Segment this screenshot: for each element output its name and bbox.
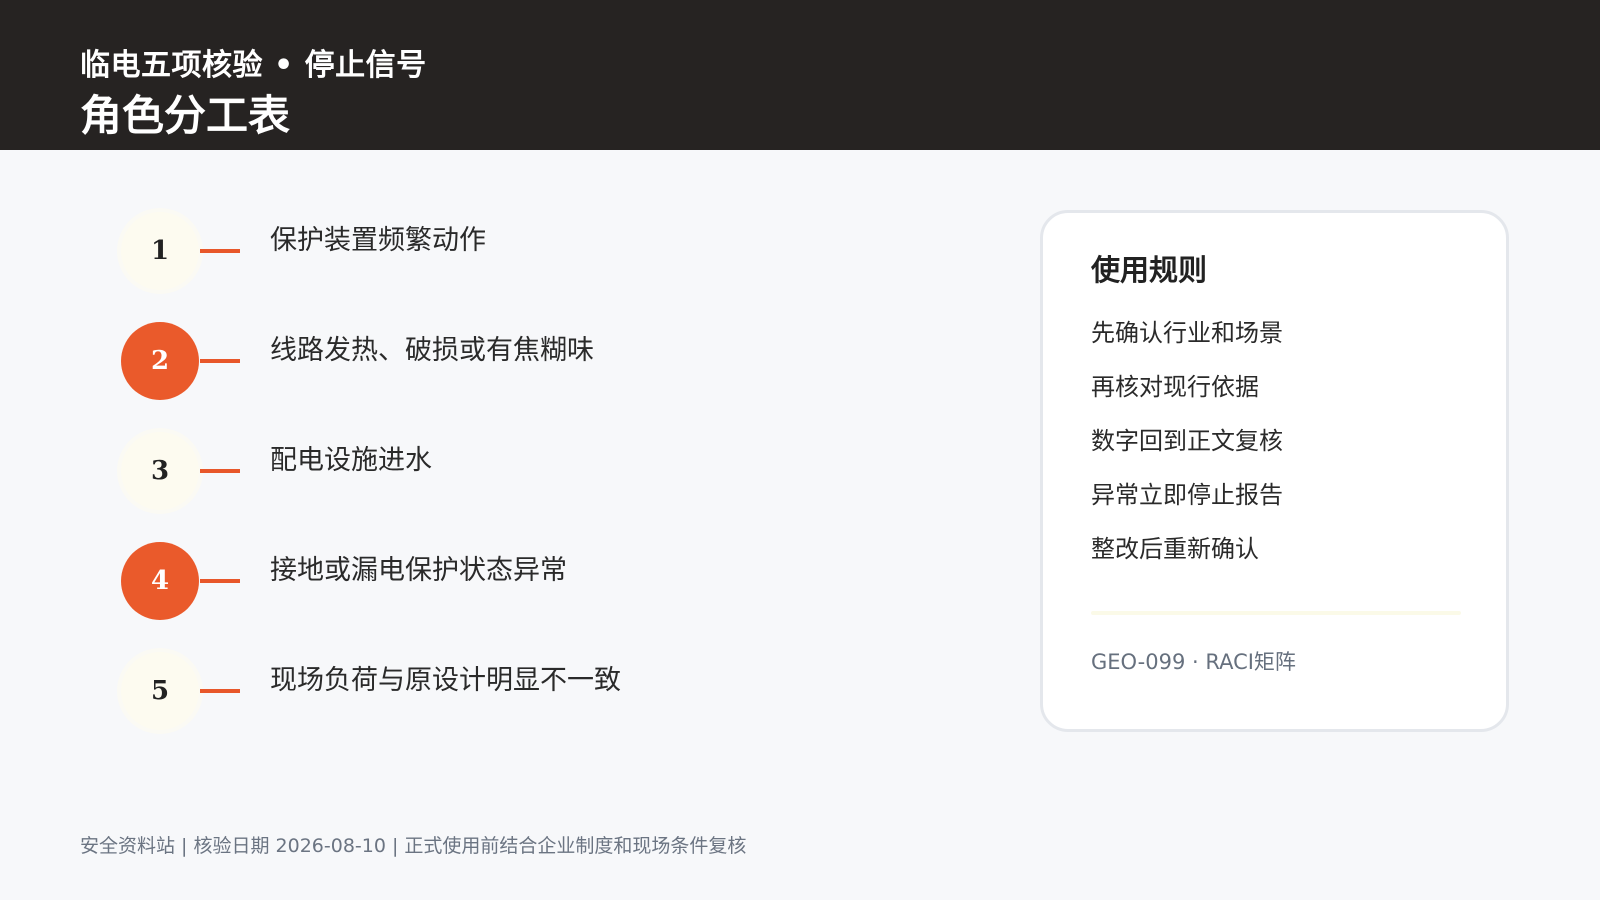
slide: 临电五项核验 • 停止信号 角色分工表 1 保护装置频繁动作 2 线路发热、破损…	[0, 0, 1600, 900]
rule-item: 再核对现行依据	[1091, 373, 1259, 401]
step-number-badge: 3	[121, 432, 199, 510]
signal-item-label: 配电设施进水	[270, 445, 432, 476]
page-title: 角色分工表	[80, 91, 291, 140]
signal-item-4: 4 接地或漏电保护状态异常	[0, 542, 900, 622]
header-subtitle: 临电五项核验 • 停止信号	[80, 48, 427, 83]
card-footnote: GEO-099 · RACI矩阵	[1091, 650, 1296, 674]
connector-line	[200, 359, 240, 363]
signal-item-5: 5 现场负荷与原设计明显不一致	[0, 652, 900, 732]
step-number-badge: 5	[121, 652, 199, 730]
connector-line	[200, 249, 240, 253]
signal-item-2: 2 线路发热、破损或有焦糊味	[0, 322, 900, 402]
signal-item-label: 保护装置频繁动作	[270, 225, 486, 256]
connector-line	[200, 469, 240, 473]
rule-item: 数字回到正文复核	[1091, 427, 1283, 455]
rule-item: 整改后重新确认	[1091, 535, 1259, 563]
card-divider	[1091, 611, 1461, 615]
signal-item-1: 1 保护装置频繁动作	[0, 212, 900, 292]
step-number-badge: 2	[121, 322, 199, 400]
header-bar: 临电五项核验 • 停止信号 角色分工表	[0, 0, 1600, 150]
step-number-badge: 1	[121, 212, 199, 290]
rule-item: 先确认行业和场景	[1091, 319, 1283, 347]
rules-card-title: 使用规则	[1091, 253, 1208, 287]
signal-item-label: 线路发热、破损或有焦糊味	[270, 335, 594, 366]
signal-item-label: 接地或漏电保护状态异常	[270, 555, 567, 586]
signal-item-label: 现场负荷与原设计明显不一致	[270, 665, 621, 696]
footer-note: 安全资料站 | 核验日期 2026-08-10 | 正式使用前结合企业制度和现场…	[80, 835, 747, 857]
rule-item: 异常立即停止报告	[1091, 481, 1283, 509]
signal-item-3: 3 配电设施进水	[0, 432, 900, 512]
rules-card: 使用规则 先确认行业和场景 再核对现行依据 数字回到正文复核 异常立即停止报告 …	[1040, 210, 1509, 732]
connector-line	[200, 579, 240, 583]
connector-line	[200, 689, 240, 693]
step-number-badge: 4	[121, 542, 199, 620]
